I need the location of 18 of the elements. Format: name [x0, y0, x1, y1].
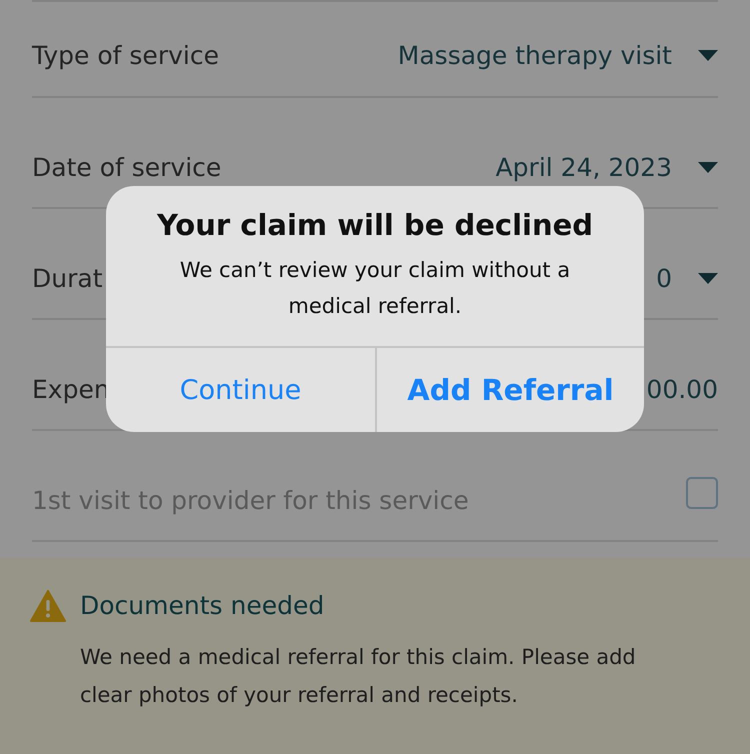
- checkbox[interactable]: [686, 477, 718, 509]
- field-label: Durat: [32, 263, 102, 295]
- dropdown-value[interactable]: Massage therapy visit: [398, 40, 672, 72]
- caret-icon: [698, 50, 718, 62]
- dialog-title: Your claim will be declined: [156, 208, 594, 242]
- add-referral-button[interactable]: Add Referral: [375, 348, 644, 432]
- caret-icon: [698, 273, 718, 285]
- notice-title: Documents needed: [80, 590, 326, 622]
- dropdown-value[interactable]: April 24, 2023: [496, 152, 672, 184]
- amount-value[interactable]: 00.00: [646, 374, 718, 406]
- notice-text: We need a medical referral for this claim. Please add clear photos of your referral and receipts.: [80, 644, 637, 709]
- caret-icon: [698, 162, 718, 174]
- field-label: Date of service: [32, 152, 222, 184]
- warning-icon: [30, 590, 66, 622]
- dropdown-value[interactable]: 0: [656, 263, 672, 295]
- field-label: Type of service: [32, 40, 219, 72]
- checkbox-label: 1st visit to provider for this service: [32, 485, 469, 517]
- dialog-message: We can’t review your claim without a medical referral.: [178, 257, 572, 320]
